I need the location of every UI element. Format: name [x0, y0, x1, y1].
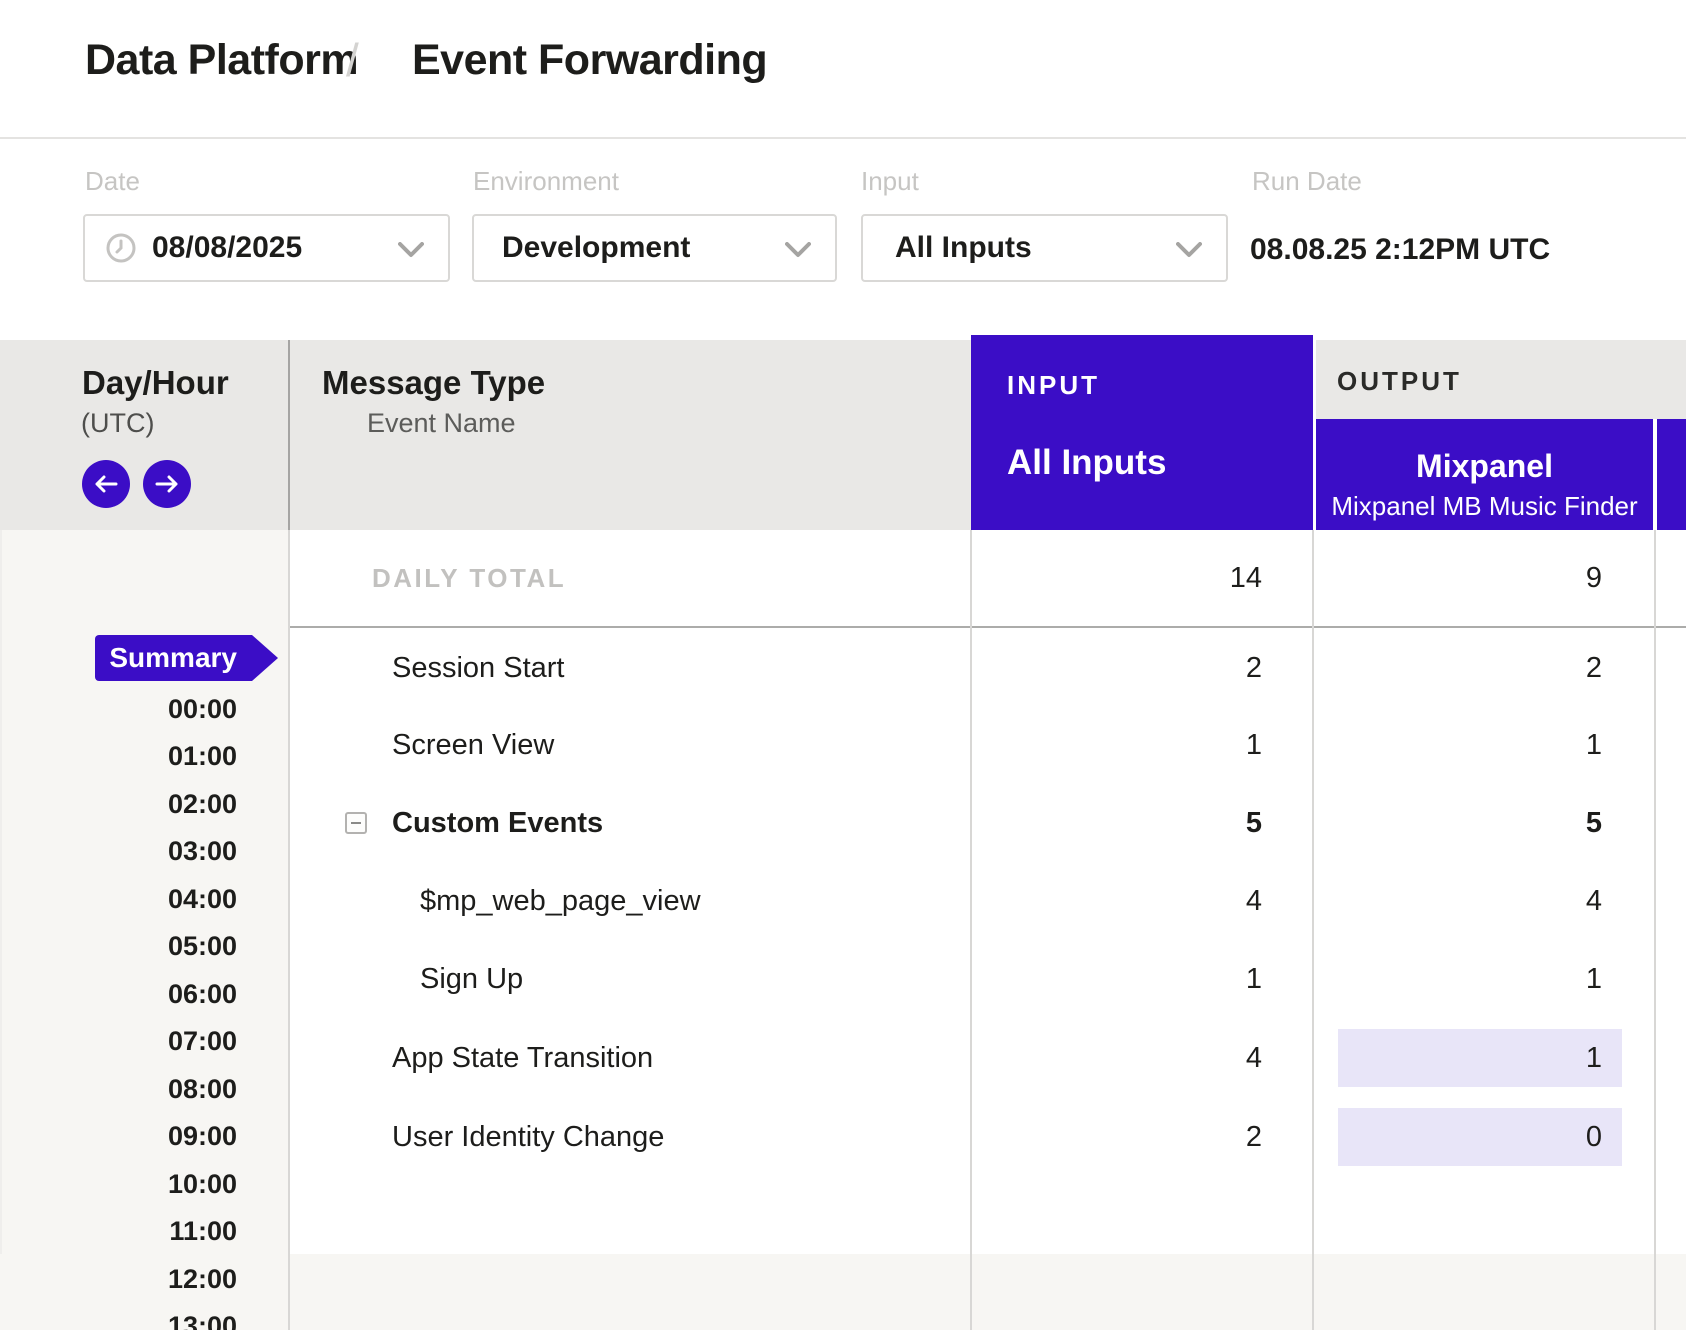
- event-row-output: 5: [1586, 805, 1602, 841]
- page-title: Event Forwarding: [412, 36, 767, 84]
- environment-dropdown[interactable]: Development: [472, 214, 837, 282]
- event-row-output: 4: [1586, 883, 1602, 919]
- event-row-input: 1: [1246, 727, 1262, 763]
- previous-day-button[interactable]: [82, 460, 130, 508]
- input-label: Input: [861, 166, 919, 196]
- event-row-output: 1: [1586, 727, 1602, 763]
- event-row-output: 1: [1586, 1040, 1602, 1076]
- daily-total-label: DAILY TOTAL: [372, 560, 566, 596]
- breadcrumb-parent[interactable]: Data Platform: [85, 36, 358, 84]
- date-value: 08/08/2025: [152, 216, 302, 280]
- output-column-subtitle: Mixpanel MB Music Finder: [1316, 491, 1653, 521]
- event-row-input: 2: [1246, 650, 1262, 686]
- hour-row-10[interactable]: 10:00: [117, 1168, 237, 1200]
- message-type-header: Message Type: [322, 364, 545, 402]
- highlight-cell-app-state-transition: [1338, 1029, 1622, 1087]
- environment-value: Development: [502, 216, 690, 280]
- event-row-input: 4: [1246, 1040, 1262, 1076]
- input-dropdown[interactable]: All Inputs: [861, 214, 1228, 282]
- column-gap: [1653, 419, 1657, 530]
- column-divider: [288, 530, 290, 1330]
- input-column-title: All Inputs: [1007, 443, 1166, 483]
- event-row-label: Sign Up: [420, 961, 523, 997]
- hour-row-07[interactable]: 07:00: [117, 1025, 237, 1057]
- column-divider: [970, 530, 972, 1330]
- hour-row-01[interactable]: 01:00: [117, 740, 237, 772]
- header-divider: [0, 137, 1686, 139]
- daily-total-output-value: 9: [1586, 560, 1602, 596]
- event-row-input: 5: [1246, 805, 1262, 841]
- hour-row-13[interactable]: 13:00: [117, 1310, 237, 1330]
- daily-total-input-value: 14: [1230, 560, 1262, 596]
- hour-row-03[interactable]: 03:00: [117, 835, 237, 867]
- highlight-cell-user-identity-change: [1338, 1108, 1622, 1166]
- column-divider: [288, 340, 290, 530]
- event-row-label: User Identity Change: [392, 1119, 664, 1155]
- column-gap: [1313, 335, 1316, 530]
- run-date-label: Run Date: [1252, 166, 1362, 196]
- breadcrumb-separator: /: [346, 33, 359, 87]
- event-row-label: $mp_web_page_view: [420, 883, 701, 919]
- hour-row-08[interactable]: 08:00: [117, 1073, 237, 1105]
- event-row-output: 0: [1586, 1119, 1602, 1155]
- chevron-down-icon: [398, 242, 424, 263]
- hour-row-06[interactable]: 06:00: [117, 978, 237, 1010]
- event-row-label: Session Start: [392, 650, 564, 686]
- hour-row-09[interactable]: 09:00: [117, 1120, 237, 1152]
- input-value: All Inputs: [895, 216, 1032, 280]
- hour-row-04[interactable]: 04:00: [117, 883, 237, 915]
- hour-row-11[interactable]: 11:00: [117, 1215, 237, 1247]
- chevron-down-icon: [785, 242, 811, 263]
- date-label: Date: [85, 166, 140, 196]
- chevron-down-icon: [1176, 242, 1202, 263]
- summary-badge-arrow: [252, 635, 278, 681]
- run-date-value: 08.08.25 2:12PM UTC: [1250, 232, 1550, 268]
- event-forwarding-page: Data Platform / Event Forwarding Date En…: [0, 0, 1686, 1330]
- hour-row-00[interactable]: 00:00: [117, 693, 237, 725]
- next-output-column-partial: [1657, 419, 1686, 530]
- daily-total-separator: [289, 626, 1686, 628]
- day-hour-header: Day/Hour: [82, 364, 229, 402]
- clock-icon: [105, 232, 137, 269]
- event-row-input: 1: [1246, 961, 1262, 997]
- hour-row-02[interactable]: 02:00: [117, 788, 237, 820]
- event-group-label: Custom Events: [392, 805, 603, 841]
- message-type-subtitle: Event Name: [367, 408, 516, 438]
- environment-label: Environment: [473, 166, 619, 196]
- event-row-input: 4: [1246, 883, 1262, 919]
- event-row-output: 2: [1586, 650, 1602, 686]
- column-divider: [1654, 530, 1656, 1330]
- input-eyebrow: INPUT: [1007, 370, 1100, 400]
- event-row-label: Screen View: [392, 727, 554, 763]
- event-row-label: App State Transition: [392, 1040, 653, 1076]
- collapse-minus-icon[interactable]: [345, 812, 367, 834]
- event-row-output: 1: [1586, 961, 1602, 997]
- hour-row-05[interactable]: 05:00: [117, 930, 237, 962]
- summary-row-badge[interactable]: Summary: [95, 635, 252, 681]
- output-eyebrow: OUTPUT: [1337, 366, 1462, 396]
- input-column-header[interactable]: INPUT All Inputs: [971, 335, 1313, 530]
- table-footer-band: [0, 1254, 1686, 1330]
- output-column-header[interactable]: Mixpanel Mixpanel MB Music Finder: [1316, 419, 1653, 530]
- hour-row-12[interactable]: 12:00: [117, 1263, 237, 1295]
- day-hour-subtitle: (UTC): [81, 408, 154, 438]
- next-day-button[interactable]: [143, 460, 191, 508]
- column-divider: [1312, 530, 1314, 1330]
- date-dropdown[interactable]: 08/08/2025: [83, 214, 450, 282]
- output-column-title: Mixpanel: [1316, 448, 1653, 484]
- event-row-input: 2: [1246, 1119, 1262, 1155]
